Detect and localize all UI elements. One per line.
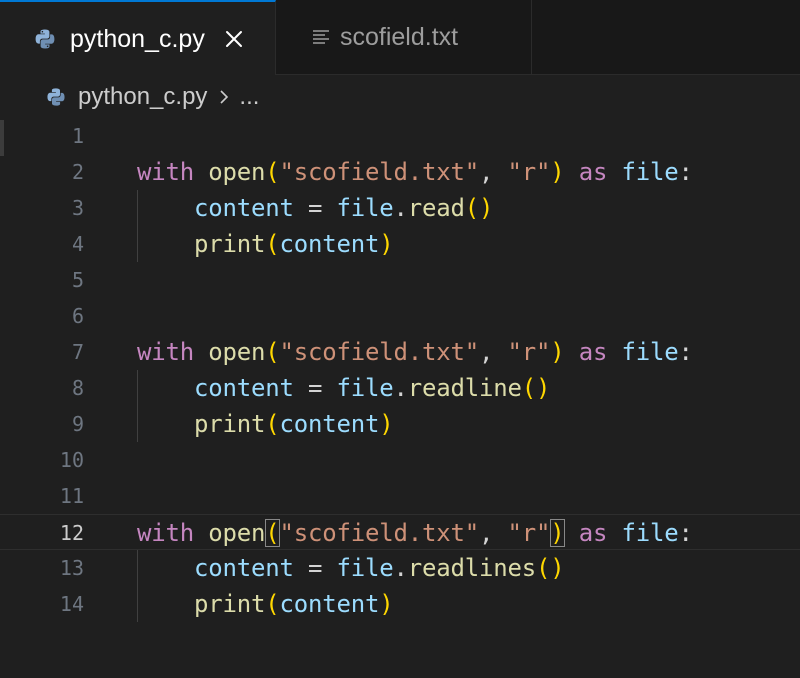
editor-tab-bar: python_c.py scofield.txt [0,0,800,75]
close-icon[interactable] [223,28,245,50]
python-icon [47,88,65,106]
code-line: 7 with open("scofield.txt", "r") as file… [0,334,800,370]
code-text: content = file.readline() [194,374,551,402]
line-number: 14 [59,592,84,616]
line-number: 10 [59,448,84,472]
code-text: content = file.read() [194,194,494,222]
code-line: 9 print(content) [0,406,800,442]
code-text: print(content) [194,230,394,258]
code-line: 3 content = file.read() [0,190,800,226]
code-line: 11 [0,478,800,514]
current-code-line: 12 with open("scofield.txt", "r") as fil… [0,514,800,550]
line-number: 13 [59,556,84,580]
code-line: 10 [0,442,800,478]
line-number: 12 [59,521,84,545]
code-line: 13 content = file.readlines() [0,550,800,586]
code-line: 8 content = file.readline() [0,370,800,406]
line-number: 6 [71,304,84,328]
tab-python-c[interactable]: python_c.py [0,0,276,75]
tab-label-scofield-txt: scofield.txt [340,23,459,51]
code-text: with open("scofield.txt", "r") as file: [137,158,693,186]
line-number: 3 [71,196,84,220]
line-number: 2 [71,160,84,184]
line-number: 11 [59,484,84,508]
tab-label-python-c: python_c.py [70,24,205,53]
breadcrumb-file[interactable]: python_c.py [78,83,207,111]
text-lines-icon [313,30,329,44]
line-number: 1 [71,124,84,148]
code-text: print(content) [194,590,394,618]
bracket-match: ) [550,519,565,547]
code-text: content = file.readlines() [194,554,565,582]
code-line: 5 [0,262,800,298]
line-number: 5 [71,268,84,292]
code-line: 14 print(content) [0,586,800,622]
code-line: 4 print(content) [0,226,800,262]
code-editor[interactable]: 1 2 with open("scofield.txt", "r") as fi… [0,118,800,678]
tab-scofield-txt[interactable]: scofield.txt [276,0,532,74]
breadcrumb: python_c.py ... [46,82,259,112]
line-number: 8 [71,376,84,400]
code-text: with open("scofield.txt", "r") as file: [137,338,693,366]
line-number: 4 [71,232,84,256]
bracket-match: ( [265,519,280,547]
code-text: with open("scofield.txt", "r") as file: [137,519,693,547]
python-icon [35,29,55,48]
code-line: 2 with open("scofield.txt", "r") as file… [0,154,800,190]
breadcrumb-more[interactable]: ... [239,83,259,111]
chevron-right-icon [220,90,229,104]
code-line: 6 [0,298,800,334]
code-text: print(content) [194,410,394,438]
code-line: 1 [0,118,800,154]
line-number: 7 [71,340,84,364]
line-number: 9 [71,412,84,436]
